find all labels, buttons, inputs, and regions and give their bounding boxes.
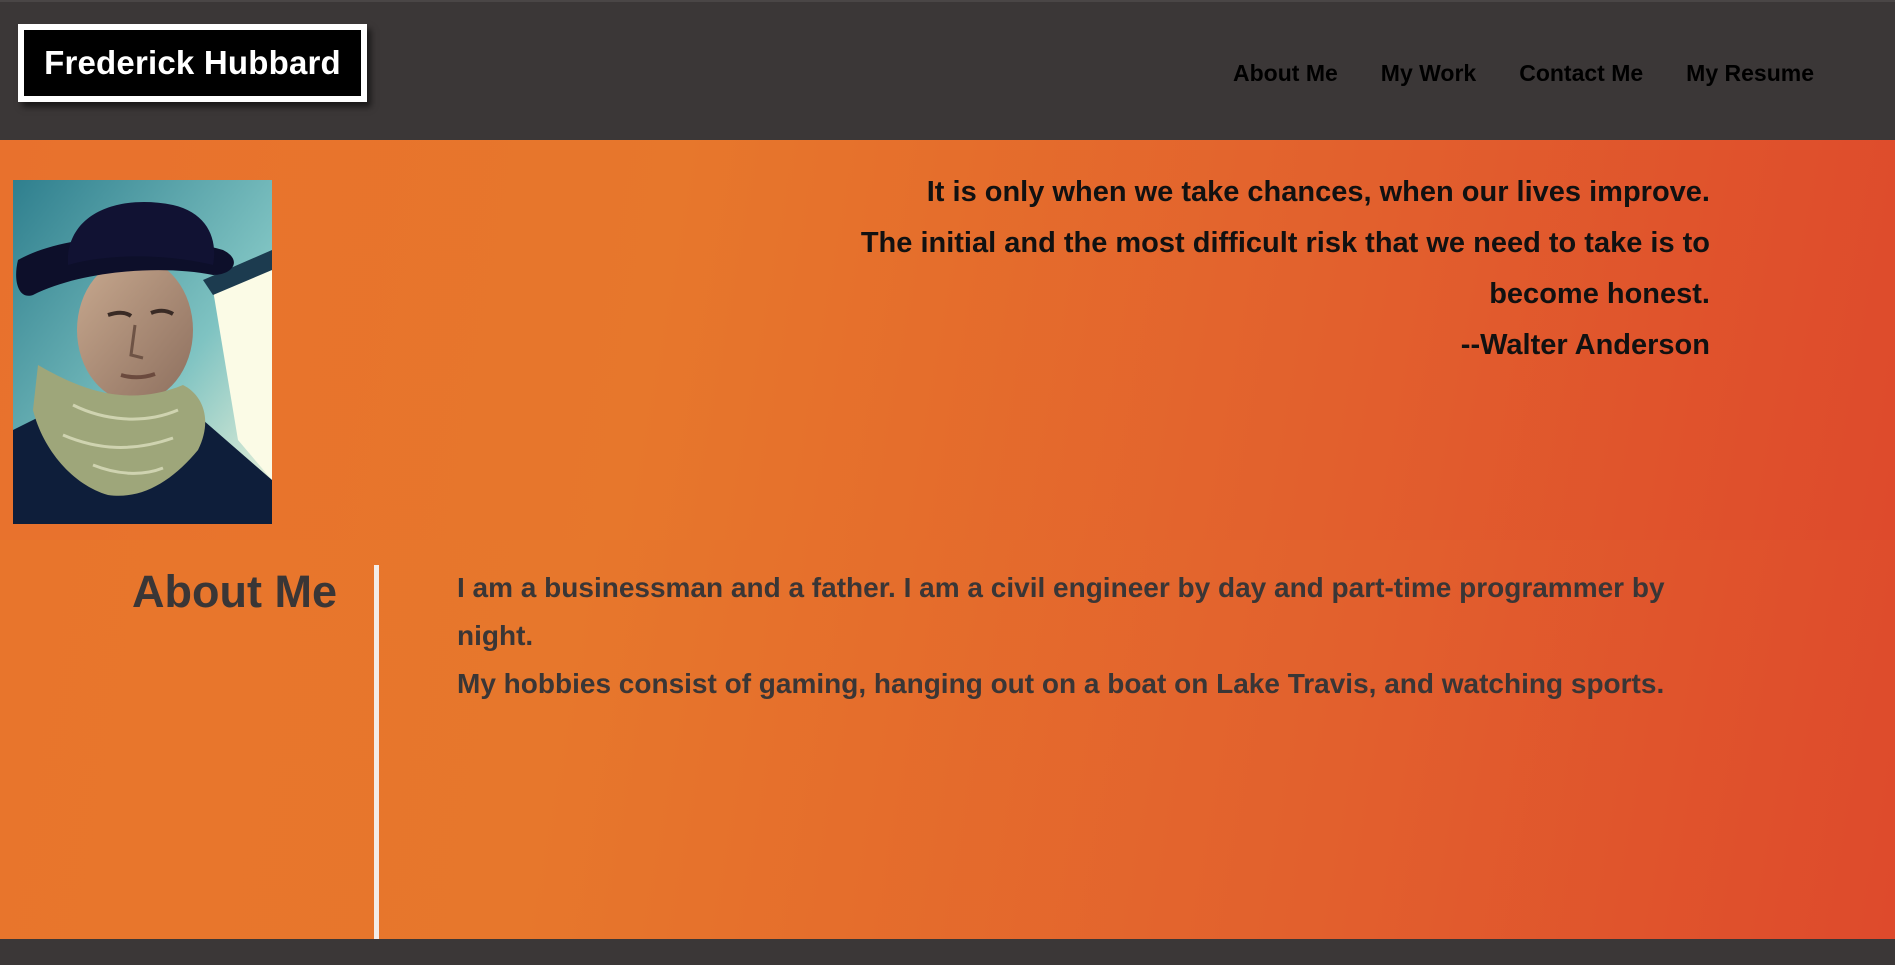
quote-line: The initial and the most difficult risk … (860, 227, 1710, 259)
site-header: Frederick Hubbard About Me My Work Conta… (0, 0, 1895, 140)
main-nav: About Me My Work Contact Me My Resume (1190, 58, 1814, 88)
nav-my-work[interactable]: My Work (1381, 58, 1476, 88)
about-section: About Me I am a businessman and a father… (0, 540, 1895, 939)
hero-section: It is only when we take chances, when ou… (0, 140, 1895, 540)
page: Frederick Hubbard About Me My Work Conta… (0, 0, 1895, 965)
quote-author: --Walter Anderson (1460, 329, 1710, 361)
quote-line: It is only when we take chances, when ou… (926, 176, 1710, 208)
nav-about-me[interactable]: About Me (1233, 58, 1338, 88)
quote-line: become honest. (1489, 278, 1710, 310)
site-footer (0, 939, 1895, 965)
site-logo[interactable]: Frederick Hubbard (18, 24, 367, 102)
about-text: I am a businessman and a father. I am a … (457, 564, 1667, 708)
profile-photo (13, 180, 272, 524)
logo-text[interactable]: Frederick Hubbard (24, 30, 361, 96)
nav-my-resume[interactable]: My Resume (1686, 58, 1814, 88)
about-paragraph: My hobbies consist of gaming, hanging ou… (457, 668, 1665, 699)
about-paragraph: I am a businessman and a father. I am a … (457, 572, 1665, 651)
nav-contact-me[interactable]: Contact Me (1519, 58, 1643, 88)
section-divider (374, 565, 379, 939)
quote-block: It is only when we take chances, when ou… (730, 167, 1710, 371)
about-heading: About Me (132, 566, 337, 617)
